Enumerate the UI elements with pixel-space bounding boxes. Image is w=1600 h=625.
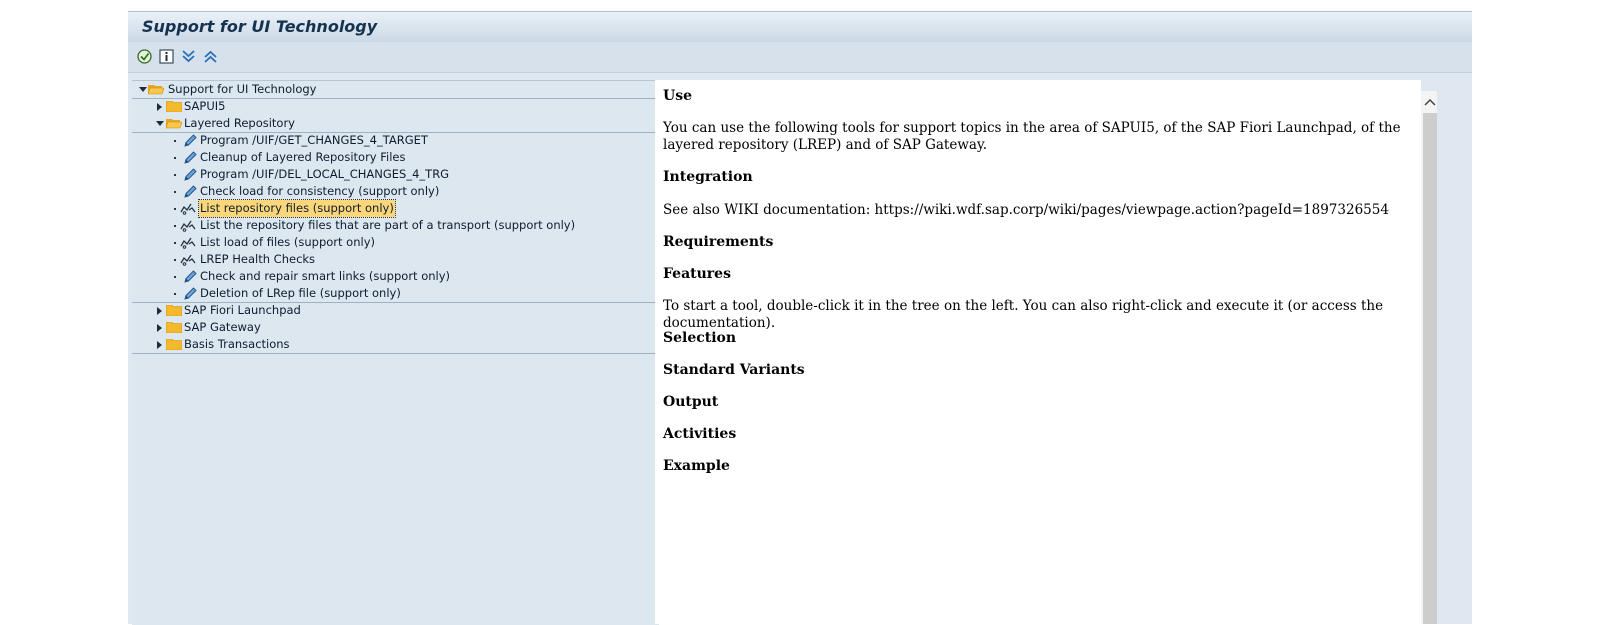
tree-item[interactable]: Check load for consistency (support only… [132, 183, 659, 200]
pencil-icon [184, 168, 197, 181]
folder-icon [166, 339, 182, 350]
use-heading: Use [663, 88, 692, 104]
tree-item-label: Deletion of LRep file (support only) [200, 286, 401, 300]
tree-item[interactable]: Program /UIF/DEL_LOCAL_CHANGES_4_TRG [132, 166, 659, 183]
tree-item[interactable]: List load of files (support only) [132, 234, 659, 251]
application-toolbar [128, 42, 1472, 73]
tree-item[interactable]: LREP Health Checks [132, 251, 659, 268]
features-heading: Features [663, 266, 731, 282]
tree-item-label: Check load for consistency (support only… [200, 184, 440, 198]
bullet [174, 259, 176, 261]
selection-heading: Selection [663, 330, 737, 346]
pencil-icon [184, 270, 197, 283]
report-icon [180, 254, 196, 266]
bullet [174, 293, 176, 295]
bullet [174, 140, 176, 142]
standard-variants-heading: Standard Variants [663, 362, 805, 378]
pencil-icon [184, 134, 197, 147]
integration-heading: Integration [663, 169, 753, 185]
tree-item-label: List repository files (support only) [198, 199, 396, 218]
tree-node-label: SAP Gateway [184, 320, 261, 334]
vertical-scrollbar[interactable] [1421, 91, 1437, 624]
tree-node-basis[interactable]: Basis Transactions [132, 336, 659, 354]
tree-item[interactable]: Deletion of LRep file (support only) [132, 285, 659, 303]
tree-item-label: LREP Health Checks [200, 252, 316, 266]
tree-item-label: Program /UIF/GET_CHANGES_4_TARGET [200, 133, 428, 147]
tree-node-layered-repository[interactable]: Layered Repository [132, 115, 659, 133]
pencil-icon [184, 287, 197, 300]
open-folder-icon [148, 85, 164, 95]
bullet [174, 157, 176, 159]
tree-node-label: Support for UI Technology [168, 82, 317, 96]
expand-arrow-icon[interactable] [157, 103, 162, 111]
tree-node-sapui5[interactable]: SAPUI5 [132, 98, 659, 115]
folder-icon [166, 101, 182, 112]
folder-icon [166, 322, 182, 333]
pencil-icon [184, 185, 197, 198]
page-title: Support for UI Technology [142, 17, 378, 36]
collapse-arrow-icon[interactable] [156, 121, 164, 126]
expand-all-icon[interactable] [180, 48, 197, 65]
report-icon [180, 220, 196, 232]
integration-text: See also WIKI documentation: https://wik… [663, 202, 1389, 218]
requirements-heading: Requirements [663, 234, 774, 250]
tree-item[interactable]: Program /UIF/GET_CHANGES_4_TARGET [132, 132, 659, 149]
scrollbar-thumb[interactable] [1423, 113, 1437, 624]
tree-node-fiori[interactable]: SAP Fiori Launchpad [132, 302, 659, 319]
expand-arrow-icon[interactable] [157, 324, 162, 332]
example-heading: Example [663, 458, 730, 474]
bullet [174, 191, 176, 193]
expand-arrow-icon[interactable] [157, 307, 162, 315]
output-heading: Output [663, 394, 719, 410]
tree-node-label: SAP Fiori Launchpad [184, 303, 301, 317]
sap-window: Support for UI Technology Support for UI… [128, 11, 1472, 625]
tree-node-root[interactable]: Support for UI Technology [132, 81, 659, 99]
documentation-panel: Use You can use the following tools for … [655, 80, 1421, 624]
open-folder-icon [166, 119, 182, 129]
tree-item-label: Cleanup of Layered Repository Files [200, 150, 406, 164]
tree-item-label: List the repository files that are part … [200, 218, 576, 232]
bullet [174, 276, 176, 278]
tree-item-selected[interactable]: List repository files (support only) [132, 199, 659, 218]
bullet [174, 225, 176, 227]
pencil-icon [184, 151, 197, 164]
tree-node-label: Basis Transactions [184, 337, 290, 351]
info-icon[interactable] [158, 48, 175, 65]
tree-item[interactable]: Check and repair smart links (support on… [132, 268, 659, 285]
tree-node-label: SAPUI5 [184, 99, 226, 113]
scroll-up-icon[interactable] [1424, 97, 1436, 107]
execute-icon[interactable] [136, 48, 153, 65]
use-text: You can use the following tools for supp… [663, 120, 1401, 153]
tree-item[interactable]: List the repository files that are part … [132, 217, 659, 234]
folder-icon [166, 305, 182, 316]
activities-heading: Activities [663, 426, 737, 442]
collapse-all-icon[interactable] [202, 48, 219, 65]
features-text: To start a tool, double-click it in the … [663, 298, 1384, 331]
bullet [174, 208, 176, 210]
bullet [174, 174, 176, 176]
tree-item[interactable]: Cleanup of Layered Repository Files [132, 149, 659, 166]
bullet [174, 242, 176, 244]
tree-item-label: Program /UIF/DEL_LOCAL_CHANGES_4_TRG [200, 167, 450, 181]
collapse-arrow-icon[interactable] [139, 87, 147, 92]
tree-item-label: Check and repair smart links (support on… [200, 269, 451, 283]
navigation-tree: Support for UI Technology SAPUI5 Layered… [132, 80, 659, 625]
tree-node-label: Layered Repository [184, 116, 295, 130]
title-bar: Support for UI Technology [128, 11, 1472, 43]
report-icon [180, 237, 196, 249]
tree-item-label: List load of files (support only) [200, 235, 375, 249]
report-icon [180, 203, 196, 215]
expand-arrow-icon[interactable] [157, 341, 162, 349]
tree-node-gateway[interactable]: SAP Gateway [132, 319, 659, 336]
